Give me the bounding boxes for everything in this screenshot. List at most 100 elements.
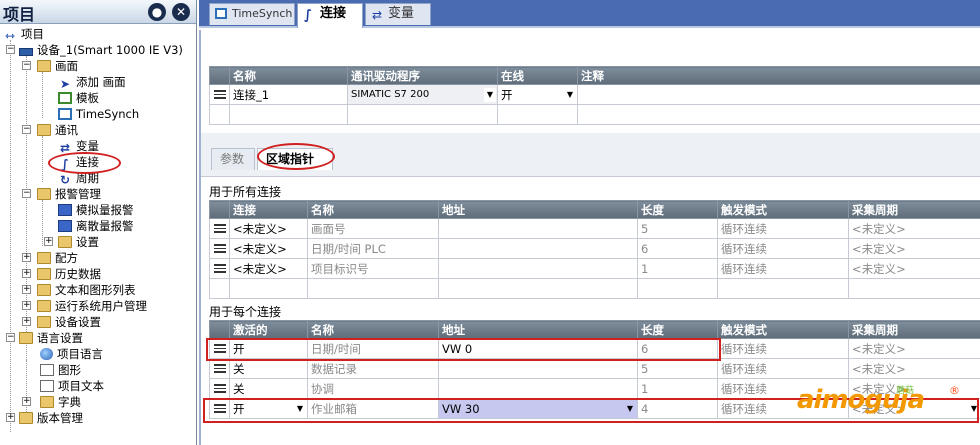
row-handle[interactable]: [209, 218, 230, 239]
col-header-acquisition-cycle[interactable]: 采集周期: [848, 200, 980, 219]
row-handle[interactable]: [209, 238, 230, 259]
row-handle[interactable]: [209, 378, 230, 399]
tree-item-project-languages[interactable]: 项目语言: [40, 346, 103, 362]
expand-dictionary-button[interactable]: +: [22, 397, 31, 406]
col-header-length[interactable]: 长度: [637, 200, 718, 219]
section-title-each: 用于每个连接: [209, 305, 282, 319]
tree-item-historical-data[interactable]: 历史数据: [37, 266, 101, 282]
tree-item-alarm-management[interactable]: 报警管理: [37, 186, 101, 202]
tree-item-template[interactable]: 模板: [58, 90, 99, 106]
empty-cell[interactable]: [497, 104, 578, 125]
cell-acquisition-cycle[interactable]: <未定义>: [848, 338, 980, 359]
expand-settings-button[interactable]: +: [44, 237, 53, 246]
col-header-trigger-mode[interactable]: 触发模式: [717, 200, 849, 219]
expand-recipes-button[interactable]: +: [22, 253, 31, 262]
cell-address[interactable]: [438, 258, 638, 279]
empty-cell[interactable]: [717, 278, 849, 299]
tab-parameters[interactable]: 参数: [211, 148, 255, 170]
cell-acquisition-cycle[interactable]: <未定义>: [848, 358, 980, 379]
expand-history-button[interactable]: +: [22, 269, 31, 278]
comment-cell[interactable]: [577, 84, 980, 105]
tree-item-runtime-user-management[interactable]: 运行系统用户管理: [37, 298, 147, 314]
empty-cell[interactable]: [229, 278, 308, 299]
tree-item-device[interactable]: 设备_1(Smart 1000 IE V3): [19, 42, 183, 58]
cell-active[interactable]: 关: [229, 378, 308, 399]
tab-timesynch[interactable]: TimeSynch: [209, 3, 295, 25]
table-row[interactable]: <未定义> 项目标识号 1 循环连续 <未定义>: [209, 258, 980, 279]
tree-item-language-settings[interactable]: 语言设置: [19, 330, 83, 346]
cell-address[interactable]: [438, 358, 638, 379]
col-header-acquisition-cycle[interactable]: 采集周期: [848, 320, 980, 339]
table-row[interactable]: 连接_1 SIMATIC S7 200 ▼ 开 ▼: [209, 84, 980, 105]
cell-connection[interactable]: <未定义>: [229, 218, 308, 239]
tree-item-add-screen[interactable]: ➤ 添加 画面: [58, 74, 126, 90]
empty-cell[interactable]: [637, 278, 718, 299]
tree-item-screens[interactable]: 画面: [37, 58, 78, 74]
chevron-down-icon[interactable]: ▼: [564, 88, 576, 102]
table-row[interactable]: <未定义> 日期/时间 PLC 6 循环连续 <未定义>: [209, 238, 980, 259]
tree-item-communication[interactable]: 通讯: [37, 122, 78, 138]
tree-item-timesynch[interactable]: TimeSynch: [58, 106, 139, 122]
tab-variables[interactable]: ⇄ 变量: [365, 3, 431, 25]
collapse-screens-button[interactable]: −: [22, 61, 31, 70]
cell-address[interactable]: [438, 238, 638, 259]
expand-textlists-button[interactable]: +: [22, 285, 31, 294]
col-header-connection[interactable]: 连接: [229, 200, 308, 219]
expand-usermgmt-button[interactable]: +: [22, 301, 31, 310]
table-row[interactable]: <未定义> 画面号 5 循环连续 <未定义>: [209, 218, 980, 239]
tree-item-version-management[interactable]: 版本管理: [19, 410, 83, 426]
collapse-communication-button[interactable]: −: [22, 125, 31, 134]
col-header-address[interactable]: 地址: [438, 320, 638, 339]
col-header-comment[interactable]: 注释: [577, 66, 980, 85]
col-header-name[interactable]: 名称: [307, 320, 439, 339]
tree-item-dictionary[interactable]: 字典: [40, 394, 81, 410]
collapse-device-button[interactable]: −: [6, 45, 15, 54]
pin-icon[interactable]: ●: [148, 3, 166, 21]
cell-connection[interactable]: <未定义>: [229, 258, 308, 279]
empty-cell[interactable]: [438, 278, 638, 299]
row-handle[interactable]: [209, 84, 230, 105]
online-select[interactable]: 开 ▼: [497, 84, 578, 105]
empty-cell[interactable]: [577, 104, 980, 125]
expand-device-settings-button[interactable]: +: [22, 317, 31, 326]
tree-item-discrete-alarms[interactable]: 离散量报警: [58, 218, 134, 234]
tab-connections[interactable]: ∫ 连接: [297, 3, 363, 28]
cell-connection[interactable]: <未定义>: [229, 238, 308, 259]
cell-address[interactable]: [438, 378, 638, 399]
collapse-alarms-button[interactable]: −: [22, 189, 31, 198]
col-header-name[interactable]: 名称: [307, 200, 439, 219]
row-handle[interactable]: [209, 258, 230, 279]
connection-name-cell[interactable]: 连接_1: [229, 84, 348, 105]
empty-cell[interactable]: [307, 278, 439, 299]
tree-item-recipes[interactable]: 配方: [37, 250, 78, 266]
empty-cell[interactable]: [347, 104, 498, 125]
col-header-active[interactable]: 激活的: [229, 320, 308, 339]
col-header-driver[interactable]: 通讯驱动程序: [347, 66, 498, 85]
empty-cell[interactable]: [848, 278, 980, 299]
col-header-address[interactable]: 地址: [438, 200, 638, 219]
col-header-trigger-mode[interactable]: 触发模式: [717, 320, 849, 339]
col-header-name[interactable]: 名称: [229, 66, 348, 85]
table-row[interactable]: 关 数据记录 5 循环连续 <未定义>: [209, 358, 980, 379]
tree-item-graphics[interactable]: 图形: [40, 362, 81, 378]
collapse-language-button[interactable]: −: [6, 333, 15, 342]
col-header-length[interactable]: 长度: [637, 320, 718, 339]
tree-item-analog-alarms[interactable]: 模拟量报警: [58, 202, 134, 218]
tree-item-settings[interactable]: 设置: [58, 234, 99, 250]
empty-cell[interactable]: [229, 104, 348, 125]
tree-item-text-graphic-lists[interactable]: 文本和图形列表: [37, 282, 136, 298]
cell-active[interactable]: 关: [229, 358, 308, 379]
row-handle[interactable]: [209, 358, 230, 379]
expand-version-button[interactable]: +: [6, 413, 15, 422]
driver-select[interactable]: SIMATIC S7 200 ▼: [347, 84, 498, 105]
cell-acquisition-cycle[interactable]: <未定义>: [848, 218, 980, 239]
cell-acquisition-cycle[interactable]: <未定义>: [848, 258, 980, 279]
chevron-down-icon[interactable]: ▼: [484, 88, 496, 102]
tree-item-project-texts[interactable]: 项目文本: [40, 378, 104, 394]
close-icon[interactable]: ✕: [172, 3, 190, 21]
col-header-online[interactable]: 在线: [497, 66, 578, 85]
tree-item-project[interactable]: ⇿ 项目: [3, 26, 44, 42]
cell-acquisition-cycle[interactable]: <未定义>: [848, 238, 980, 259]
cell-address[interactable]: [438, 218, 638, 239]
tree-item-device-settings[interactable]: 设备设置: [37, 314, 101, 330]
